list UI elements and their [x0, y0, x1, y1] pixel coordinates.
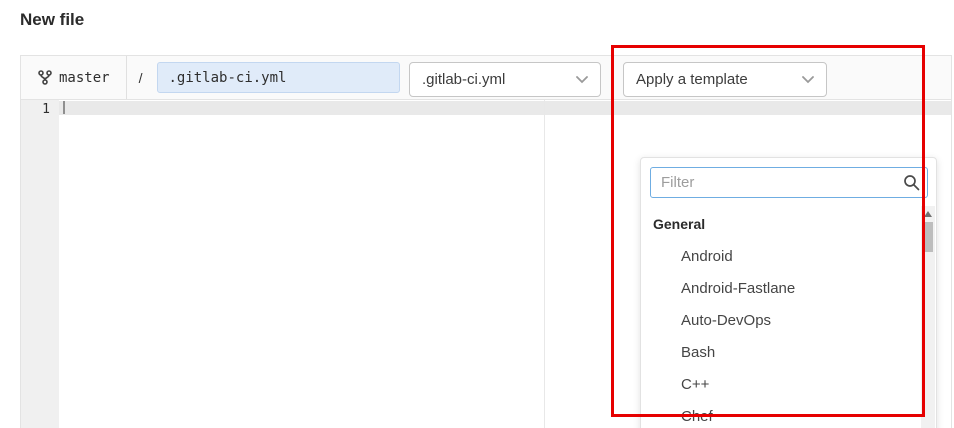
- template-list: General Android Android-Fastlane Auto-De…: [653, 208, 913, 428]
- branch-indicator: master: [38, 70, 110, 86]
- template-item-bash[interactable]: Bash: [653, 336, 913, 368]
- template-group-label: General: [653, 208, 913, 240]
- git-branch-icon: [38, 70, 52, 85]
- branch-name: master: [59, 70, 110, 86]
- scroll-up-icon[interactable]: [924, 211, 932, 217]
- template-dropdown-panel: General Android Android-Fastlane Auto-De…: [640, 157, 937, 428]
- file-type-select-value: .gitlab-ci.yml: [422, 71, 505, 88]
- template-item-android-fastlane[interactable]: Android-Fastlane: [653, 272, 913, 304]
- dropdown-scrollbar[interactable]: [921, 206, 935, 428]
- page-title: New file: [20, 10, 84, 30]
- template-item-cpp[interactable]: C++: [653, 368, 913, 400]
- path-separator: /: [139, 70, 143, 86]
- filename-input[interactable]: [157, 62, 400, 93]
- chevron-down-icon: [802, 76, 814, 84]
- new-file-page: New file master / .gitlab-ci.yml: [0, 0, 954, 428]
- editor-gutter: 1: [21, 100, 59, 428]
- editor-ruler-line: [544, 100, 545, 428]
- apply-template-select-value: Apply a template: [636, 71, 748, 88]
- template-item-android[interactable]: Android: [653, 240, 913, 272]
- file-toolbar: master / .gitlab-ci.yml Apply a template: [21, 56, 951, 100]
- toolbar-divider: [126, 56, 127, 99]
- template-item-auto-devops[interactable]: Auto-DevOps: [653, 304, 913, 336]
- chevron-down-icon: [576, 76, 588, 84]
- search-icon: [903, 174, 920, 191]
- editor-cursor: [63, 101, 65, 114]
- template-item-chef[interactable]: Chef: [653, 400, 913, 428]
- editor-current-line-highlight[interactable]: [59, 101, 951, 115]
- template-filter-input[interactable]: [650, 167, 928, 198]
- line-number: 1: [42, 102, 50, 117]
- file-editor-container: master / .gitlab-ci.yml Apply a template…: [20, 55, 952, 428]
- apply-template-select[interactable]: Apply a template: [623, 62, 827, 97]
- file-type-select[interactable]: .gitlab-ci.yml: [409, 62, 601, 97]
- scrollbar-thumb[interactable]: [923, 222, 933, 252]
